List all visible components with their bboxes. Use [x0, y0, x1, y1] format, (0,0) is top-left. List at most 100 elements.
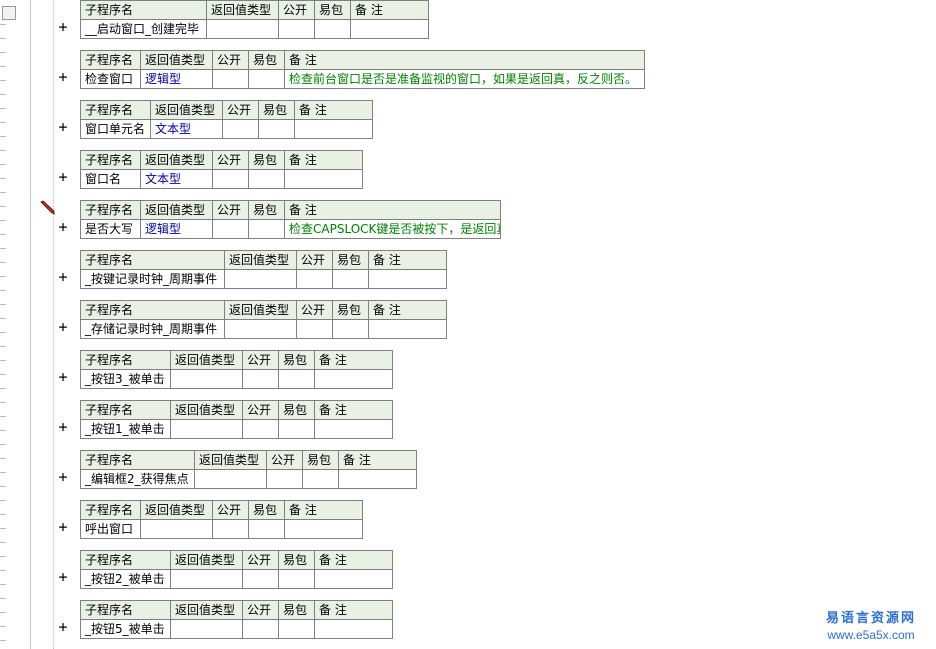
- expand-toggle[interactable]: +: [57, 470, 69, 485]
- subprogram-name-cell[interactable]: 是否大写: [80, 219, 141, 239]
- note-cell[interactable]: [368, 269, 447, 289]
- header-ret: 返回值类型: [194, 450, 267, 470]
- easy-package-cell[interactable]: [248, 69, 285, 89]
- public-cell[interactable]: [296, 319, 333, 339]
- header-easy: 易包: [248, 50, 285, 70]
- header-name: 子程序名: [80, 0, 207, 20]
- return-type-cell[interactable]: [170, 369, 243, 389]
- subprogram-name-cell[interactable]: _按钮3_被单击: [80, 369, 171, 389]
- easy-package-cell[interactable]: [278, 419, 315, 439]
- easy-package-cell[interactable]: [332, 269, 369, 289]
- header-ret: 返回值类型: [170, 400, 243, 420]
- return-type-cell[interactable]: [140, 519, 213, 539]
- table-row: 窗口单元名 文本型: [80, 119, 373, 139]
- return-type-cell[interactable]: [170, 419, 243, 439]
- table-header-row: 子程序名 返回值类型 公开 易包备 注: [80, 600, 393, 620]
- public-cell[interactable]: [242, 569, 279, 589]
- header-pub: 公开: [242, 350, 279, 370]
- expand-toggle[interactable]: +: [57, 120, 69, 135]
- easy-package-cell[interactable]: [258, 119, 295, 139]
- return-type-cell[interactable]: [194, 469, 267, 489]
- easy-package-cell[interactable]: [302, 469, 339, 489]
- note-cell[interactable]: [294, 119, 373, 139]
- note-cell[interactable]: [350, 19, 429, 39]
- note-cell[interactable]: 检查CAPSLOCK键是否被按下，是返回真: [284, 219, 501, 239]
- note-cell[interactable]: [314, 369, 393, 389]
- expand-toggle[interactable]: +: [57, 370, 69, 385]
- public-cell[interactable]: [212, 219, 249, 239]
- table-row: 呼出窗口: [80, 519, 363, 539]
- easy-package-cell[interactable]: [332, 319, 369, 339]
- table-row: _按钮2_被单击: [80, 569, 393, 589]
- header-ret: 返回值类型: [140, 50, 213, 70]
- header-easy: 易包: [248, 150, 285, 170]
- subprogram-name-cell[interactable]: 呼出窗口: [80, 519, 141, 539]
- note-cell[interactable]: [314, 569, 393, 589]
- return-type-cell[interactable]: [170, 569, 243, 589]
- subprogram-table: 子程序名 返回值类型 公开 易包备 注 _按钮2_被单击: [80, 550, 393, 589]
- subprogram-name-cell[interactable]: 窗口单元名: [80, 119, 151, 139]
- public-cell[interactable]: [212, 169, 249, 189]
- table-row: _按键记录时钟_周期事件: [80, 269, 447, 289]
- return-type-cell[interactable]: 文本型: [140, 169, 213, 189]
- public-cell[interactable]: [296, 269, 333, 289]
- subprogram-name-cell[interactable]: _编辑框2_获得焦点: [80, 469, 195, 489]
- note-cell[interactable]: 检查前台窗口是否是准备监视的窗口，如果是返回真，反之则否。: [284, 69, 645, 89]
- return-type-cell[interactable]: 文本型: [150, 119, 223, 139]
- return-type-cell[interactable]: [170, 619, 243, 639]
- header-easy: 易包: [248, 200, 285, 220]
- note-cell[interactable]: [314, 419, 393, 439]
- return-type-cell[interactable]: 逻辑型: [140, 219, 213, 239]
- easy-package-cell[interactable]: [248, 169, 285, 189]
- subprogram-name-cell[interactable]: _按钮2_被单击: [80, 569, 171, 589]
- public-cell[interactable]: [212, 69, 249, 89]
- subprogram-name-cell[interactable]: _按键记录时钟_周期事件: [80, 269, 225, 289]
- subprogram-name-cell[interactable]: _存储记录时钟_周期事件: [80, 319, 225, 339]
- easy-package-cell[interactable]: [278, 569, 315, 589]
- table-row: 是否大写 逻辑型 检查CAPSLOCK键是否被按下，是返回真: [80, 219, 501, 239]
- expand-toggle[interactable]: +: [57, 270, 69, 285]
- note-cell[interactable]: [284, 169, 363, 189]
- header-name: 子程序名: [80, 250, 225, 270]
- header-easy: 易包: [258, 100, 295, 120]
- expand-toggle[interactable]: +: [57, 520, 69, 535]
- public-cell[interactable]: [212, 519, 249, 539]
- easy-package-cell[interactable]: [278, 619, 315, 639]
- subprogram-table: 子程序名 返回值类型 公开 易包备 注 _存储记录时钟_周期事件: [80, 300, 447, 339]
- expand-toggle[interactable]: +: [57, 220, 69, 235]
- subprogram-name-cell[interactable]: 窗口名: [80, 169, 141, 189]
- public-cell[interactable]: [278, 19, 315, 39]
- expand-toggle[interactable]: +: [57, 20, 69, 35]
- easy-package-cell[interactable]: [314, 19, 351, 39]
- note-cell[interactable]: [338, 469, 417, 489]
- return-type-cell[interactable]: [206, 19, 279, 39]
- easy-package-cell[interactable]: [248, 219, 285, 239]
- public-cell[interactable]: [222, 119, 259, 139]
- expand-toggle[interactable]: +: [57, 320, 69, 335]
- return-type-cell[interactable]: 逻辑型: [140, 69, 213, 89]
- table-header-row: 子程序名 返回值类型 公开 易包备 注: [80, 100, 373, 120]
- easy-package-cell[interactable]: [278, 369, 315, 389]
- header-ret: 返回值类型: [170, 600, 243, 620]
- public-cell[interactable]: [242, 369, 279, 389]
- return-type-cell[interactable]: [224, 269, 297, 289]
- expand-toggle[interactable]: +: [57, 620, 69, 635]
- expand-toggle[interactable]: +: [57, 70, 69, 85]
- public-cell[interactable]: [242, 419, 279, 439]
- subprogram-name-cell[interactable]: _按钮5_被单击: [80, 619, 171, 639]
- return-type-cell[interactable]: [224, 319, 297, 339]
- note-cell[interactable]: [284, 519, 363, 539]
- expand-toggle[interactable]: +: [57, 570, 69, 585]
- subprogram-table: 子程序名 返回值类型 公开 易包备 注 __启动窗口_创建完毕: [80, 0, 429, 39]
- subprogram-name-cell[interactable]: __启动窗口_创建完毕: [80, 19, 207, 39]
- expand-toggle[interactable]: +: [57, 420, 69, 435]
- note-cell[interactable]: [314, 619, 393, 639]
- easy-package-cell[interactable]: [248, 519, 285, 539]
- subprogram-name-cell[interactable]: _按钮1_被单击: [80, 419, 171, 439]
- note-cell[interactable]: [368, 319, 447, 339]
- public-cell[interactable]: [266, 469, 303, 489]
- public-cell[interactable]: [242, 619, 279, 639]
- expand-toggle[interactable]: +: [57, 170, 69, 185]
- subprogram-name-cell[interactable]: 检查窗口: [80, 69, 141, 89]
- subprogram-block: + 子程序名 返回值类型 公开 易包备 注 _存储记录时钟_周期事件: [0, 300, 936, 342]
